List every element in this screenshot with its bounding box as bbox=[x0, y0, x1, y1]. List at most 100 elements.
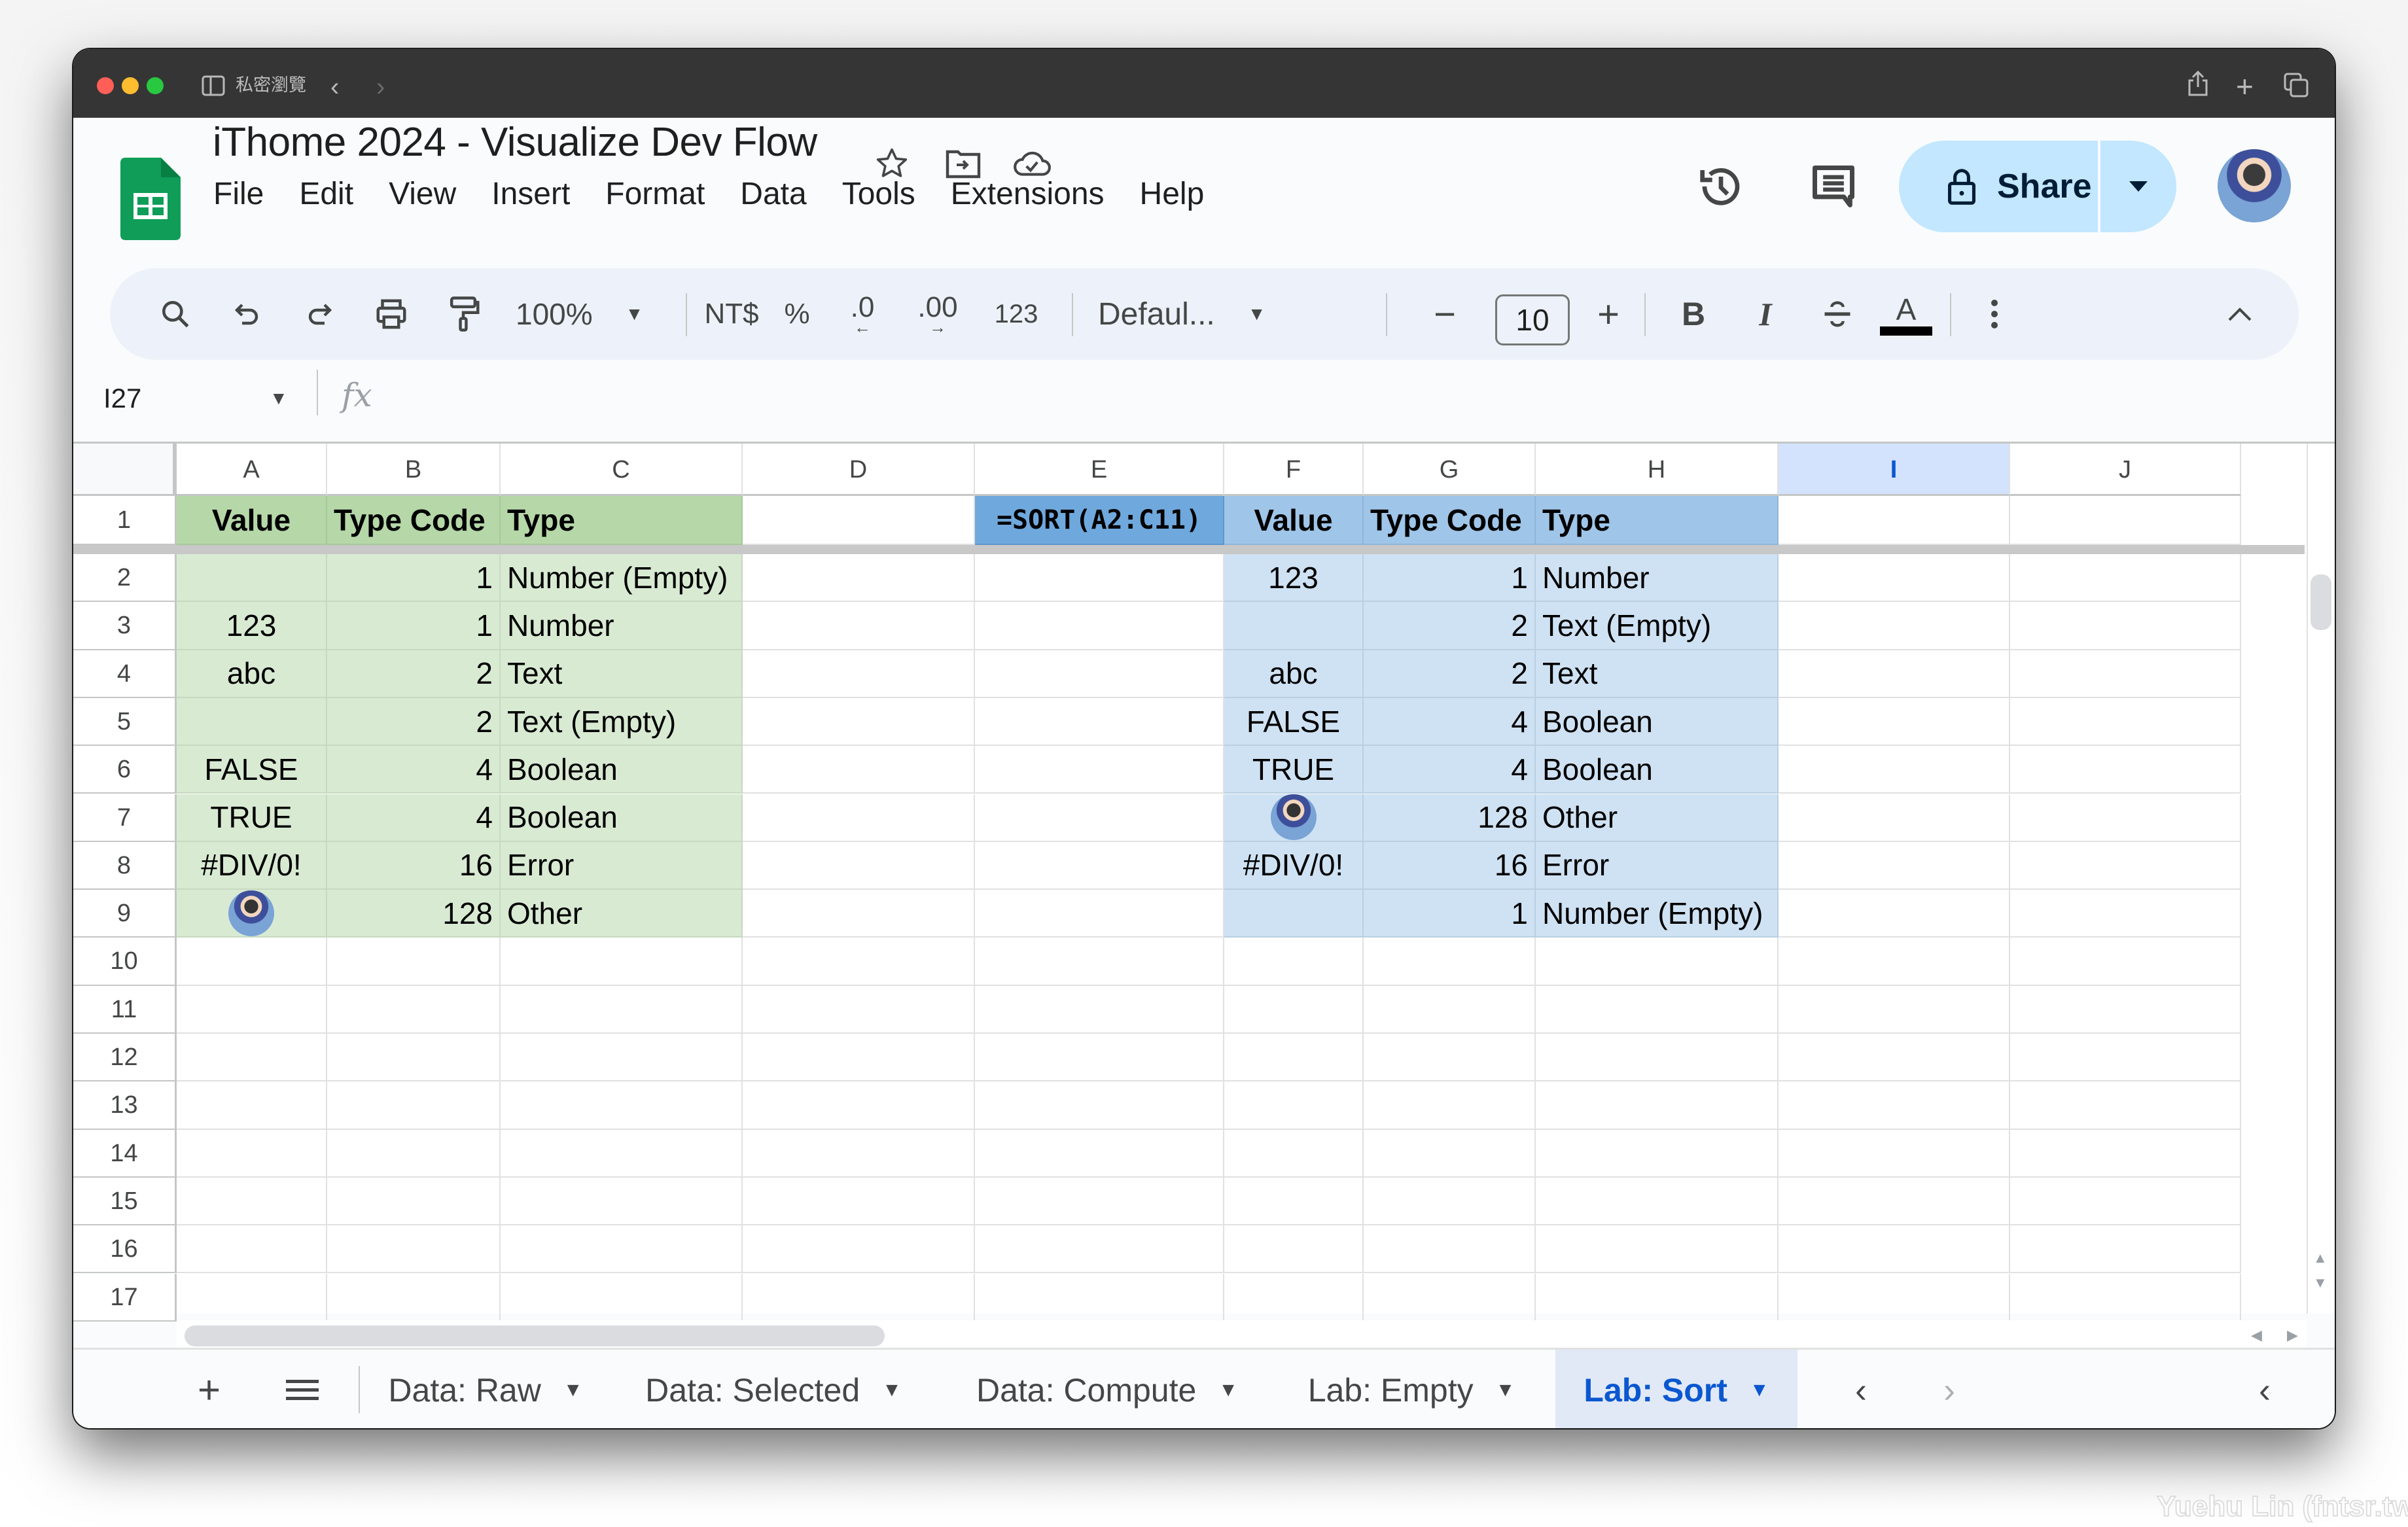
sorted-header-cell[interactable]: Value bbox=[1224, 496, 1364, 545]
menu-view[interactable]: View bbox=[389, 176, 456, 212]
text-color-button[interactable]: A bbox=[1877, 268, 1936, 360]
source-data-cell[interactable]: Text bbox=[501, 650, 743, 698]
cell[interactable] bbox=[1364, 1225, 1536, 1274]
cell[interactable] bbox=[2010, 1273, 2241, 1322]
cell[interactable] bbox=[2010, 1129, 2241, 1178]
sorted-data-cell[interactable]: Number bbox=[1536, 554, 1779, 603]
cell[interactable] bbox=[1364, 985, 1536, 1034]
caret-down-icon[interactable]: ▼ bbox=[563, 1379, 583, 1401]
cell[interactable] bbox=[1364, 1177, 1536, 1226]
cell[interactable] bbox=[1779, 1225, 2010, 1274]
cell[interactable] bbox=[1779, 1129, 2010, 1178]
row-header-3[interactable]: 3 bbox=[73, 602, 177, 650]
row-header-17[interactable]: 17 bbox=[73, 1273, 177, 1322]
cloud-saved-icon[interactable] bbox=[1012, 147, 1052, 180]
row-header-7[interactable]: 7 bbox=[73, 794, 177, 842]
sorted-data-cell[interactable]: Boolean bbox=[1536, 746, 1779, 794]
cell[interactable] bbox=[975, 1034, 1224, 1082]
menu-data[interactable]: Data bbox=[740, 176, 806, 212]
source-data-cell[interactable]: FALSE bbox=[177, 746, 327, 794]
cell[interactable] bbox=[1536, 938, 1779, 986]
row-header-9[interactable]: 9 bbox=[73, 890, 177, 938]
cell[interactable] bbox=[2010, 496, 2241, 545]
sorted-data-cell[interactable]: Error bbox=[1536, 841, 1779, 890]
increase-decimal-button[interactable]: .00 → bbox=[902, 268, 974, 360]
cell[interactable] bbox=[1779, 1081, 2010, 1130]
cell[interactable] bbox=[1224, 1129, 1364, 1178]
cell[interactable] bbox=[1779, 985, 2010, 1034]
cell[interactable] bbox=[327, 1273, 501, 1322]
cell[interactable] bbox=[1779, 650, 2010, 698]
row-header-13[interactable]: 13 bbox=[73, 1081, 177, 1130]
sort-formula-cell[interactable]: =SORT(A2:C11) bbox=[975, 496, 1224, 545]
cell[interactable] bbox=[1536, 985, 1779, 1034]
currency-format-button[interactable]: NT$ bbox=[699, 268, 764, 360]
cell[interactable] bbox=[1779, 841, 2010, 890]
source-data-cell[interactable]: 2 bbox=[327, 697, 501, 746]
source-data-cell[interactable]: Number (Empty) bbox=[501, 554, 743, 603]
sheet-tab-data-raw[interactable]: Data: Raw ▼ bbox=[361, 1350, 610, 1428]
source-data-cell[interactable]: 4 bbox=[327, 794, 501, 842]
cell[interactable] bbox=[1364, 1273, 1536, 1322]
version-history-icon[interactable] bbox=[1695, 160, 1747, 213]
name-box[interactable]: I27 bbox=[103, 383, 141, 414]
cell[interactable] bbox=[743, 794, 975, 842]
source-data-cell[interactable]: Number bbox=[501, 602, 743, 650]
sheet-tab-data-compute[interactable]: Data: Compute ▼ bbox=[944, 1350, 1271, 1428]
search-menus-button[interactable] bbox=[149, 268, 202, 360]
sorted-data-cell[interactable]: 2 bbox=[1364, 602, 1536, 650]
forward-icon[interactable]: › bbox=[376, 73, 385, 102]
menu-edit[interactable]: Edit bbox=[299, 176, 353, 212]
cell[interactable] bbox=[743, 1177, 975, 1226]
cell[interactable] bbox=[975, 841, 1224, 890]
caret-down-icon[interactable]: ▼ bbox=[1496, 1379, 1515, 1401]
cell[interactable] bbox=[2010, 1225, 2241, 1274]
back-icon[interactable]: ‹ bbox=[330, 73, 339, 102]
cell[interactable] bbox=[2010, 1034, 2241, 1082]
cell[interactable] bbox=[1224, 1081, 1364, 1130]
menu-extensions[interactable]: Extensions bbox=[951, 176, 1105, 212]
scroll-tabs-left-button[interactable]: ‹ bbox=[1855, 1350, 1867, 1428]
cell[interactable] bbox=[2010, 746, 2241, 794]
menu-help[interactable]: Help bbox=[1140, 176, 1205, 212]
source-data-cell[interactable] bbox=[177, 890, 327, 938]
cell[interactable] bbox=[177, 985, 327, 1034]
cell[interactable] bbox=[501, 938, 743, 986]
cell[interactable] bbox=[743, 1225, 975, 1274]
cell[interactable] bbox=[1224, 1177, 1364, 1226]
cell[interactable] bbox=[501, 1225, 743, 1274]
row-header-12[interactable]: 12 bbox=[73, 1034, 177, 1082]
scroll-up-icon[interactable]: ▲ bbox=[2313, 1250, 2328, 1267]
cell[interactable] bbox=[177, 1177, 327, 1226]
cell[interactable] bbox=[975, 1225, 1224, 1274]
cell[interactable] bbox=[1779, 554, 2010, 603]
print-button[interactable] bbox=[365, 268, 417, 360]
italic-button[interactable]: I bbox=[1739, 268, 1792, 360]
sidebar-toggle-icon[interactable] bbox=[202, 75, 225, 96]
sorted-data-cell[interactable]: 16 bbox=[1364, 841, 1536, 890]
cell[interactable] bbox=[743, 1129, 975, 1178]
cell[interactable] bbox=[327, 938, 501, 986]
strikethrough-button[interactable] bbox=[1811, 268, 1864, 360]
sorted-data-cell[interactable] bbox=[1224, 602, 1364, 650]
cell[interactable] bbox=[1779, 496, 2010, 545]
cell[interactable] bbox=[1779, 938, 2010, 986]
cell[interactable] bbox=[2010, 602, 2241, 650]
cell[interactable] bbox=[743, 1081, 975, 1130]
source-data-cell[interactable]: 123 bbox=[177, 602, 327, 650]
user-avatar[interactable] bbox=[2218, 149, 2291, 222]
cell[interactable] bbox=[975, 1273, 1224, 1322]
row-header-10[interactable]: 10 bbox=[73, 938, 177, 986]
cell[interactable] bbox=[1536, 1034, 1779, 1082]
cell[interactable] bbox=[501, 1273, 743, 1322]
font-size-input[interactable]: 10 bbox=[1495, 294, 1570, 345]
source-data-cell[interactable]: #DIV/0! bbox=[177, 841, 327, 890]
formula-input[interactable] bbox=[381, 376, 2278, 415]
row-header-14[interactable]: 14 bbox=[73, 1129, 177, 1178]
increase-font-size-button[interactable]: + bbox=[1582, 268, 1635, 360]
column-header-e[interactable]: E bbox=[975, 444, 1224, 496]
cell[interactable] bbox=[975, 938, 1224, 986]
cell[interactable] bbox=[327, 1081, 501, 1130]
sorted-header-cell[interactable]: Type Code bbox=[1364, 496, 1536, 545]
close-window-button[interactable] bbox=[97, 77, 114, 94]
